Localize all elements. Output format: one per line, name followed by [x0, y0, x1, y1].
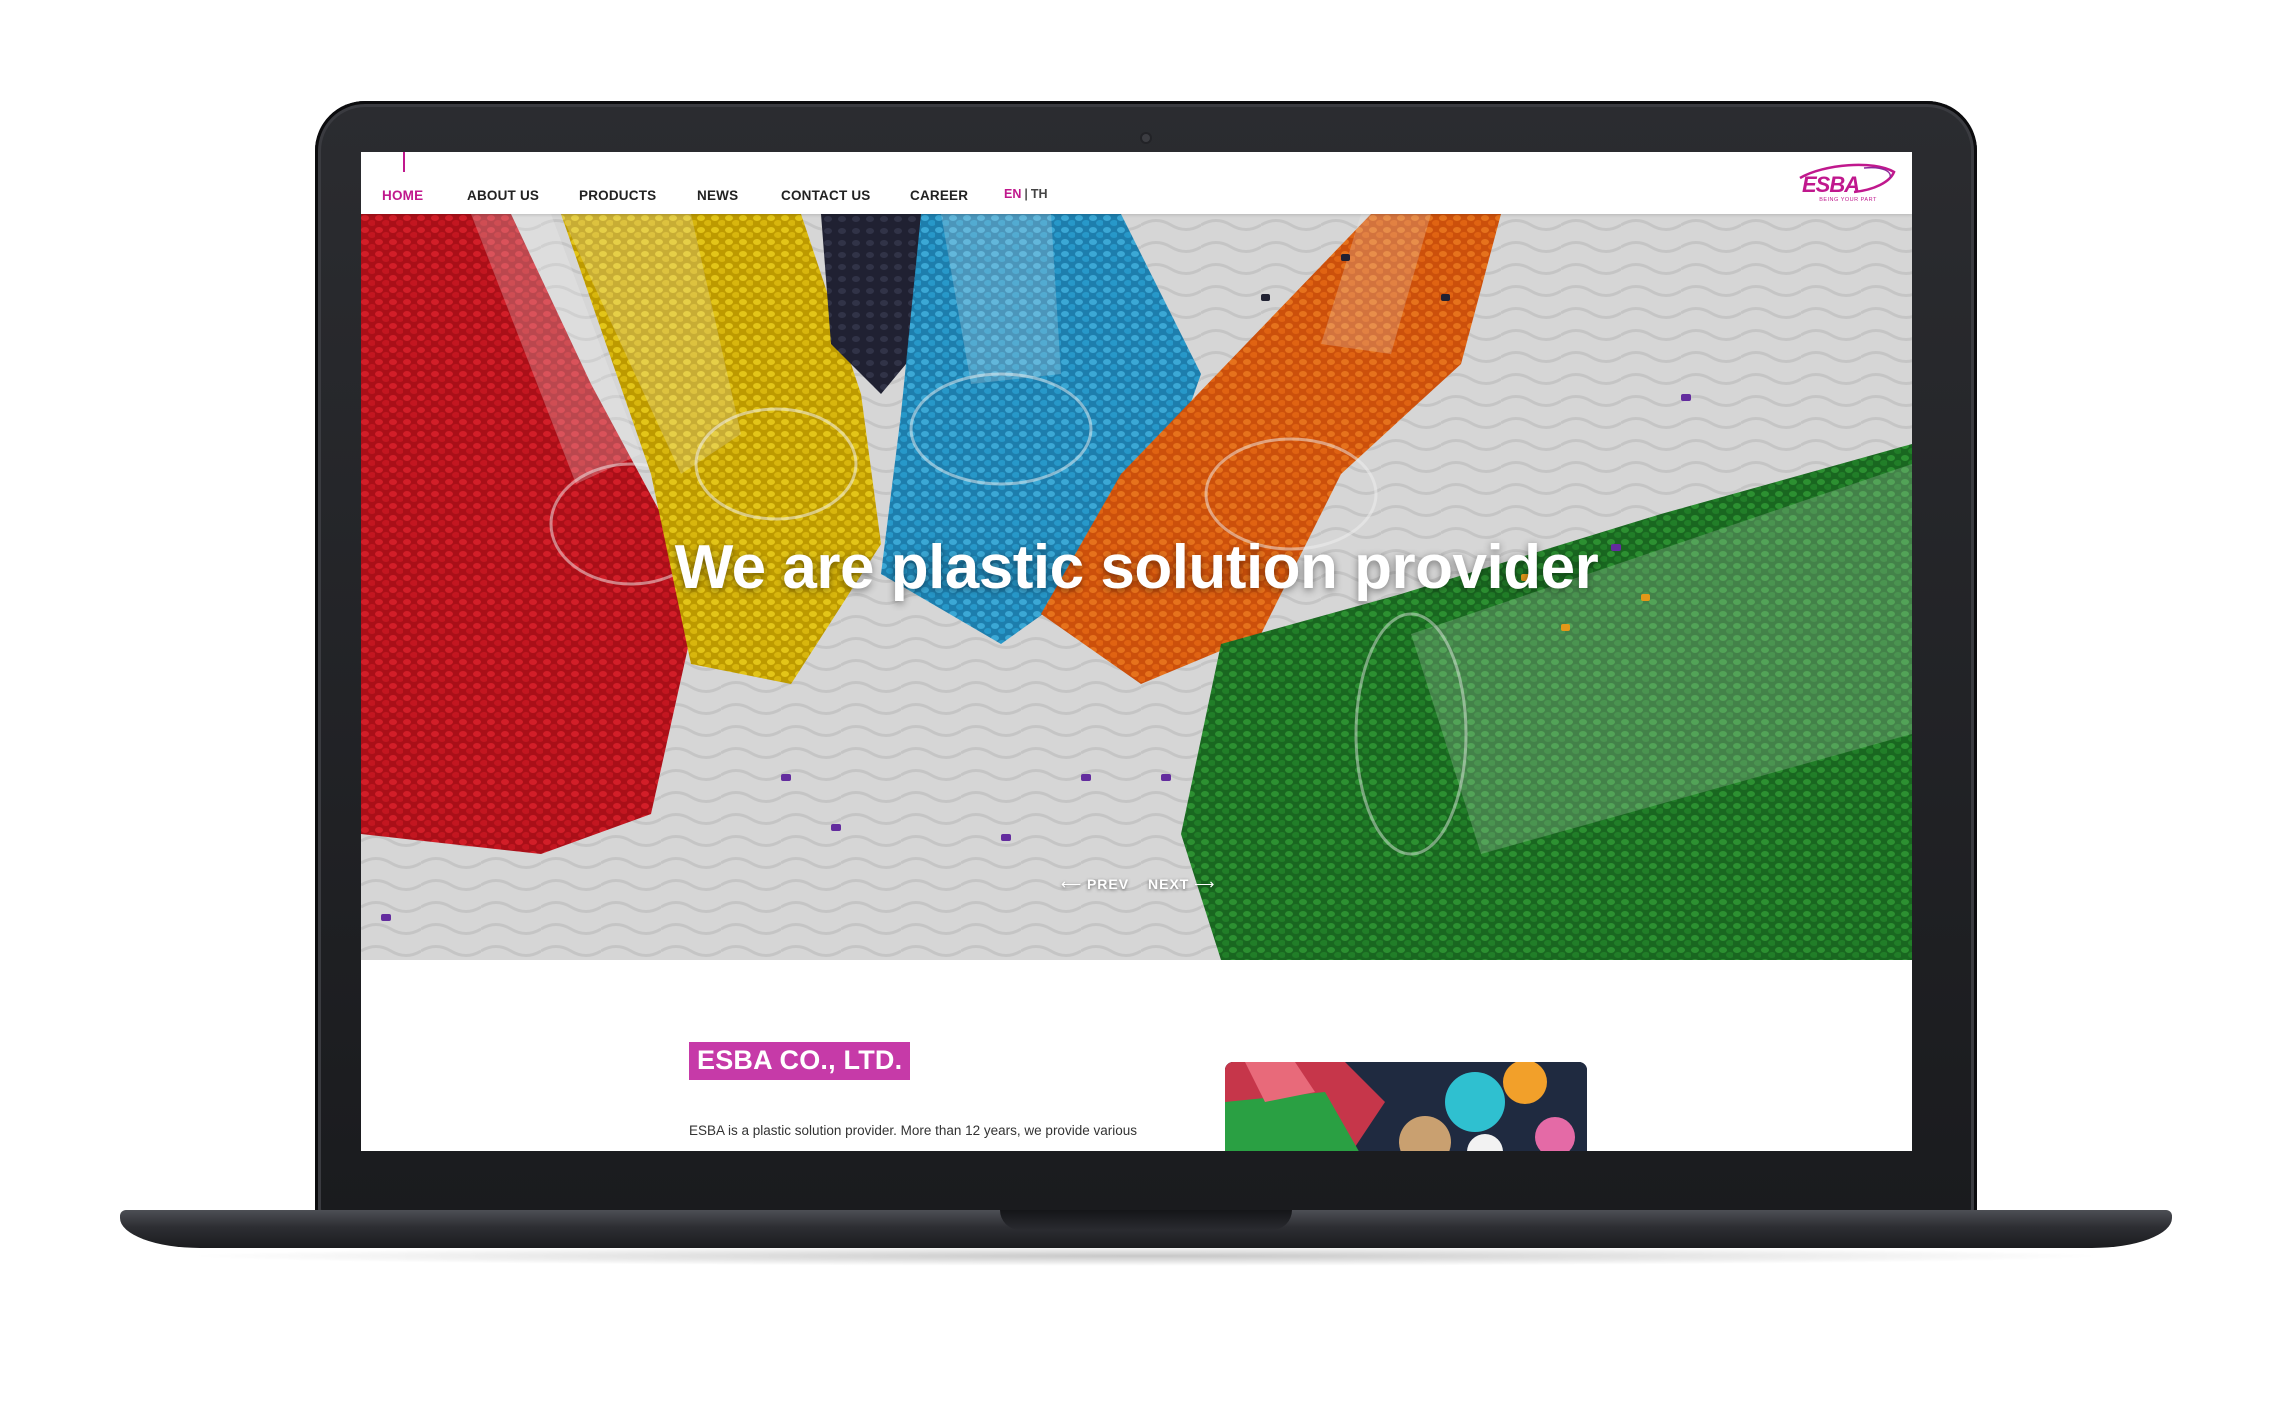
product-samples-image	[1225, 1062, 1587, 1151]
logo-tagline: BEING YOUR PART	[1819, 197, 1877, 203]
arrow-left-icon: ⟵	[1061, 876, 1083, 892]
laptop-mockup: HOME ABOUT US PRODUCTS NEWS CONTACT US C…	[0, 0, 2288, 1404]
laptop-notch	[1000, 1210, 1292, 1230]
language-switcher: EN | TH	[1004, 187, 1048, 201]
top-navbar: HOME ABOUT US PRODUCTS NEWS CONTACT US C…	[361, 152, 1912, 214]
about-text: ESBA is a plastic solution provider. Mor…	[689, 1123, 1137, 1138]
hero-slider: We are plastic solution provider ⟵ PREV …	[361, 214, 1912, 960]
next-label: NEXT	[1148, 876, 1190, 892]
nav-about-us[interactable]: ABOUT US	[467, 188, 539, 203]
active-nav-indicator	[403, 152, 405, 172]
lang-en-link[interactable]: EN	[1004, 187, 1021, 201]
lang-th-link[interactable]: TH	[1031, 187, 1048, 201]
esba-logo[interactable]: ESBA BEING YOUR PART	[1794, 160, 1898, 206]
slider-next-button[interactable]: NEXT ⟶	[1148, 876, 1215, 893]
nav-news[interactable]: NEWS	[697, 188, 738, 203]
nav-home[interactable]: HOME	[382, 188, 423, 203]
arrow-right-icon: ⟶	[1194, 876, 1216, 892]
slider-prev-button[interactable]: ⟵ PREV	[1061, 876, 1129, 893]
nav-products[interactable]: PRODUCTS	[579, 188, 656, 203]
about-heading: ESBA CO., LTD.	[689, 1042, 911, 1080]
logo-text: ESBA	[1802, 172, 1860, 197]
lang-separator: |	[1024, 187, 1028, 201]
nav-contact-us[interactable]: CONTACT US	[781, 188, 871, 203]
nav-career[interactable]: CAREER	[910, 188, 968, 203]
website-screen: HOME ABOUT US PRODUCTS NEWS CONTACT US C…	[361, 152, 1912, 1151]
camera-icon	[1142, 134, 1150, 142]
prev-label: PREV	[1086, 876, 1130, 892]
hero-title: We are plastic solution provider	[674, 533, 1599, 602]
about-image	[1225, 1062, 1587, 1151]
